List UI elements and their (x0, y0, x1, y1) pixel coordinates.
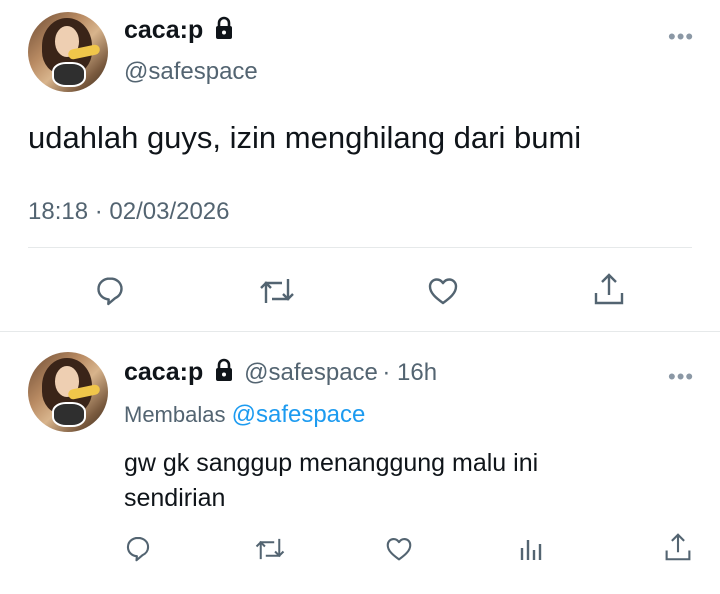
reply-text: gw gk sanggup menanggung malu ini sendir… (124, 446, 538, 516)
reply-handle[interactable]: @safespace (244, 359, 378, 386)
main-tweet-timestamp[interactable]: 18:18 · 02/03/2026 (28, 198, 230, 226)
tweet-separator (0, 331, 720, 332)
separator-dot: · (382, 359, 398, 386)
main-tweet-author: caca:p (124, 16, 234, 45)
more-dots-icon[interactable]: ••• (668, 26, 694, 48)
reply-text-line: gw gk sanggup menanggung malu ini (124, 449, 539, 477)
replying-to: Membalas @safespace (124, 401, 365, 429)
reply-icon[interactable] (124, 534, 152, 562)
like-icon[interactable] (385, 536, 413, 562)
reply-icon[interactable] (94, 274, 126, 306)
lock-icon (214, 16, 234, 45)
retweet-icon[interactable] (254, 536, 286, 562)
reply-display-name[interactable]: caca:p (124, 358, 203, 386)
reply-text-line: sendirian (124, 484, 226, 512)
more-dots-icon[interactable]: ••• (668, 366, 694, 388)
main-tweet-text: udahlah guys, izin menghilang dari bumi (28, 120, 582, 155)
analytics-icon[interactable] (518, 536, 544, 562)
share-icon[interactable] (593, 272, 625, 306)
replying-label: Membalas (124, 402, 226, 427)
main-tweet-avatar[interactable] (28, 12, 108, 92)
divider (28, 247, 692, 248)
lock-icon (214, 358, 234, 387)
reply-age[interactable]: 16h (397, 359, 437, 386)
main-tweet-handle[interactable]: @safespace (124, 58, 258, 86)
share-icon[interactable] (664, 532, 692, 562)
like-icon[interactable] (427, 276, 459, 306)
main-tweet-display-name[interactable]: caca:p (124, 16, 203, 44)
reply-header: caca:p @safespace · 16h (124, 358, 437, 387)
reply-avatar[interactable] (28, 352, 108, 432)
retweet-icon[interactable] (258, 276, 296, 306)
replying-mention[interactable]: @safespace (232, 401, 366, 428)
